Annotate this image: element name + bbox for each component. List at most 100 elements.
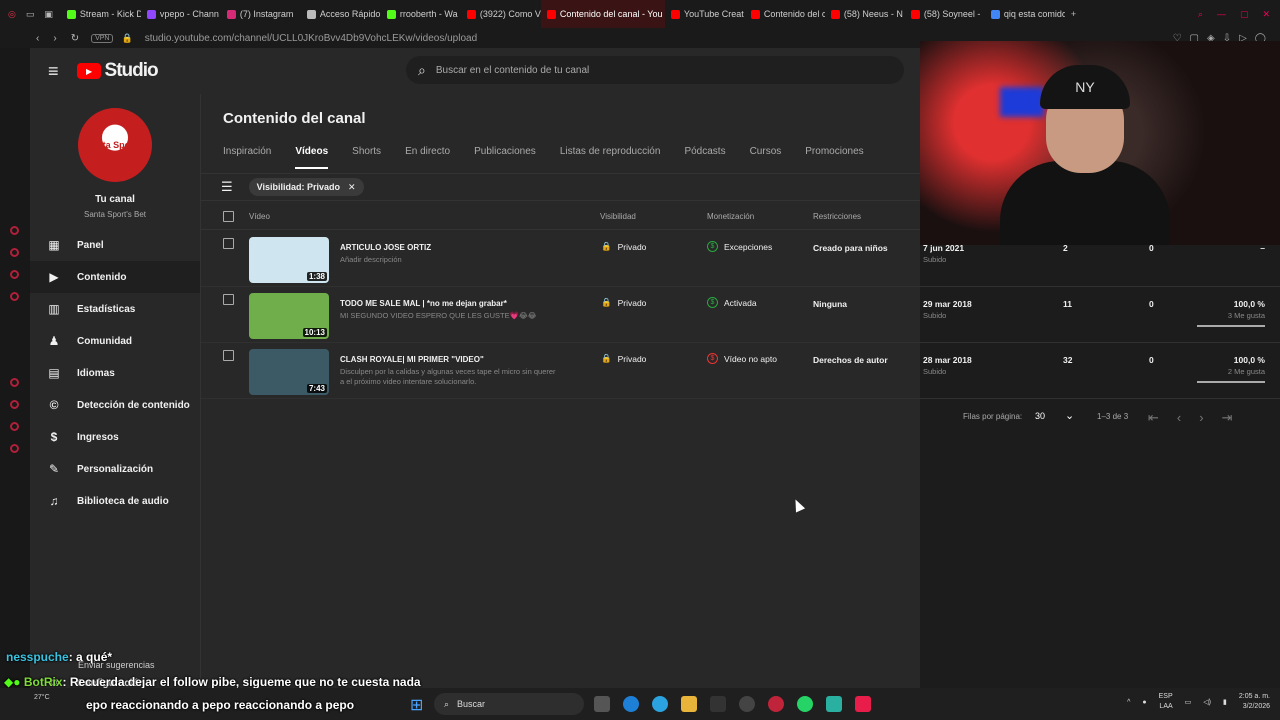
browser-tab[interactable]: Acceso Rápido bbox=[301, 0, 381, 28]
sidebar-app-icon[interactable] bbox=[10, 378, 19, 387]
reload-icon[interactable]: ↻ bbox=[71, 33, 79, 44]
monetization-cell[interactable]: $ Activada bbox=[707, 297, 757, 308]
browser-tab[interactable]: YouTube Creat bbox=[665, 0, 745, 28]
tab-5[interactable]: Listas de reproducción bbox=[560, 146, 661, 169]
tray-overflow-icon[interactable]: ^ bbox=[1127, 699, 1130, 706]
search-tabs-icon[interactable]: ⌕ bbox=[1198, 9, 1203, 20]
tab-4[interactable]: Publicaciones bbox=[474, 146, 536, 169]
video-title[interactable]: ARTICULO JOSE ORTIZ bbox=[340, 243, 431, 252]
language-indicator[interactable]: ESP LAA bbox=[1159, 692, 1173, 712]
tabs-icon[interactable]: ▭ bbox=[26, 9, 35, 20]
file-explorer-icon[interactable] bbox=[681, 696, 697, 712]
visibility-cell[interactable]: 🔒 Privado bbox=[601, 297, 646, 308]
url-field[interactable]: studio.youtube.com/channel/UCLL0JKroBvv4… bbox=[145, 33, 477, 44]
video-thumbnail[interactable]: 10:13 bbox=[249, 293, 329, 339]
sidebar-item-audio-library[interactable]: ♫ Biblioteca de audio bbox=[30, 485, 200, 517]
edge-icon[interactable] bbox=[623, 696, 639, 712]
task-view-icon[interactable] bbox=[594, 696, 610, 712]
tab-3[interactable]: En directo bbox=[405, 146, 450, 169]
browser-tab[interactable]: Contenido del c bbox=[745, 0, 825, 28]
first-page-icon[interactable]: ⇤ bbox=[1148, 410, 1159, 426]
windows-start-icon[interactable]: ⊞ bbox=[410, 695, 423, 715]
whatsapp-icon[interactable] bbox=[797, 696, 813, 712]
network-icon[interactable]: ▭ bbox=[1185, 698, 1192, 706]
column-visibility[interactable]: Visibilidad bbox=[600, 212, 636, 221]
tab-1[interactable]: Vídeos bbox=[295, 146, 329, 169]
browser-tab[interactable]: vpepo - Chann bbox=[141, 0, 221, 28]
tab-8[interactable]: Promociones bbox=[805, 146, 863, 169]
browser-tab[interactable]: (58) Soyneel - bbox=[905, 0, 985, 28]
tab-6[interactable]: Pódcasts bbox=[684, 146, 725, 169]
monetization-cell[interactable]: $ Excepciones bbox=[707, 241, 772, 252]
previous-page-icon[interactable]: ‹ bbox=[1177, 410, 1181, 426]
sidebar-app-icon[interactable] bbox=[10, 292, 19, 301]
sidebar-app-icon[interactable] bbox=[10, 270, 19, 279]
browser-tab[interactable]: rrooberth - Wa bbox=[381, 0, 461, 28]
sidebar-app-icon[interactable] bbox=[10, 422, 19, 431]
sidebar-item-customization[interactable]: ✎ Personalización bbox=[30, 453, 200, 485]
sidebar-app-icon[interactable] bbox=[10, 248, 19, 257]
mic-icon[interactable]: ● bbox=[1142, 699, 1146, 706]
filter-icon[interactable]: ☰ bbox=[221, 179, 233, 195]
new-tab-icon[interactable]: + bbox=[1071, 9, 1076, 19]
search-input[interactable]: Buscar en el contenido de tu canal bbox=[436, 65, 589, 76]
select-all-checkbox[interactable] bbox=[223, 211, 234, 222]
table-row[interactable]: 10:13 TODO ME SALE MAL | *no me dejan gra… bbox=[201, 287, 1280, 343]
telegram-icon[interactable] bbox=[652, 696, 668, 712]
chevron-down-icon[interactable]: ⌄ bbox=[1065, 409, 1074, 422]
column-restrictions[interactable]: Restricciones bbox=[813, 212, 861, 221]
browser-tab[interactable]: qiq esta comido bbox=[985, 0, 1065, 28]
app-icon[interactable] bbox=[826, 696, 842, 712]
row-checkbox[interactable] bbox=[223, 350, 234, 361]
opera-icon[interactable] bbox=[768, 696, 784, 712]
maximize-icon[interactable]: ▢ bbox=[1240, 9, 1249, 20]
tiktok-icon[interactable] bbox=[855, 696, 871, 712]
visibility-cell[interactable]: 🔒 Privado bbox=[601, 241, 646, 252]
tab-7[interactable]: Cursos bbox=[750, 146, 782, 169]
minimize-icon[interactable]: — bbox=[1217, 9, 1226, 20]
next-page-icon[interactable]: › bbox=[1199, 410, 1203, 426]
column-monetization[interactable]: Monetización bbox=[707, 212, 754, 221]
forward-icon[interactable]: › bbox=[53, 33, 56, 44]
filter-chip[interactable]: Visibilidad: Privado ✕ bbox=[248, 178, 364, 196]
sidebar-item-dashboard[interactable]: ▦ Panel bbox=[30, 229, 200, 261]
sidebar-item-copyright[interactable]: © Detección de contenido bbox=[30, 389, 200, 421]
feedback-link[interactable]: Enviar sugerencias bbox=[78, 660, 155, 670]
row-checkbox[interactable] bbox=[223, 294, 234, 305]
clock[interactable]: 2:05 a. m. 3/2/2026 bbox=[1239, 692, 1270, 712]
browser-tab[interactable]: Stream - Kick D bbox=[61, 0, 141, 28]
tab-0[interactable]: Inspiración bbox=[223, 146, 271, 169]
video-thumbnail[interactable]: 1:38 bbox=[249, 237, 329, 283]
channel-avatar[interactable]: Santa Sport's bbox=[78, 108, 152, 182]
video-thumbnail[interactable]: 7:43 bbox=[249, 349, 329, 395]
sidebar-app-icon[interactable] bbox=[10, 444, 19, 453]
hamburger-menu-icon[interactable]: ≡ bbox=[48, 61, 59, 82]
sidebar-item-subtitles[interactable]: ▤ Idiomas bbox=[30, 357, 200, 389]
browser-tab[interactable]: (3922) Como V bbox=[461, 0, 541, 28]
sidebar-item-content[interactable]: ▶ Contenido bbox=[30, 261, 200, 293]
rows-per-page-select[interactable]: 30 bbox=[1035, 411, 1045, 421]
app-icon[interactable] bbox=[739, 696, 755, 712]
sidebar-item-community[interactable]: ♟ Comunidad bbox=[30, 325, 200, 357]
column-video[interactable]: Vídeo bbox=[249, 212, 270, 221]
weather-temp[interactable]: 27°C bbox=[34, 694, 50, 701]
vpn-badge[interactable]: VPN bbox=[91, 33, 114, 43]
tab-search-icon[interactable]: ▣ bbox=[44, 9, 53, 20]
monetization-cell[interactable]: $ Vídeo no apto bbox=[707, 353, 777, 364]
browser-tab[interactable]: (7) Instagram bbox=[221, 0, 301, 28]
sidebar-item-analytics[interactable]: ▥ Estadísticas bbox=[30, 293, 200, 325]
studio-search[interactable]: ⌕ Buscar en el contenido de tu canal bbox=[406, 56, 904, 84]
close-icon[interactable]: ✕ bbox=[1262, 9, 1270, 20]
video-title[interactable]: TODO ME SALE MAL | *no me dejan grabar* bbox=[340, 299, 507, 308]
browser-tab[interactable]: (58) Neeus - N bbox=[825, 0, 905, 28]
studio-logo[interactable]: ▶ Studio bbox=[76, 60, 159, 82]
sidebar-item-earn[interactable]: $ Ingresos bbox=[30, 421, 200, 453]
table-row[interactable]: 7:43 CLASH ROYALE| MI PRIMER "VIDEO" Discu… bbox=[201, 343, 1280, 399]
row-checkbox[interactable] bbox=[223, 238, 234, 249]
opera-menu-icon[interactable]: ◎ bbox=[8, 9, 16, 20]
sidebar-app-icon[interactable] bbox=[10, 400, 19, 409]
sidebar-app-icon[interactable] bbox=[10, 226, 19, 235]
taskbar-search[interactable]: ⌕ Buscar bbox=[434, 693, 584, 715]
last-page-icon[interactable]: ⇥ bbox=[1222, 410, 1233, 426]
tab-2[interactable]: Shorts bbox=[352, 146, 381, 169]
